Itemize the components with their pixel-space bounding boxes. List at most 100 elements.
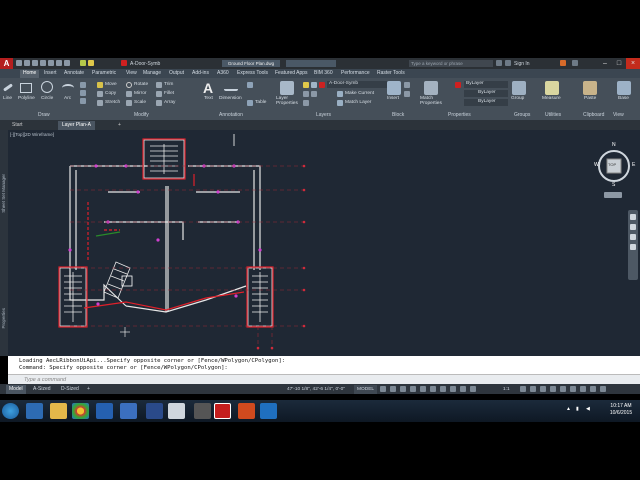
file-tab-start[interactable]: Start <box>8 121 27 130</box>
sign-in-link[interactable]: Sign In <box>514 61 530 67</box>
edit-block-icon[interactable] <box>404 91 410 97</box>
array-button[interactable]: Array <box>164 100 175 105</box>
minimize-button[interactable]: – <box>598 58 612 69</box>
tab-bim-360[interactable]: BIM 360 <box>314 70 333 76</box>
plot-icon[interactable] <box>48 60 54 66</box>
save-as-icon[interactable] <box>40 60 46 66</box>
transparency-toggle-icon[interactable] <box>450 386 456 392</box>
fillet-button[interactable]: Fillet <box>164 91 174 96</box>
panel-modify-label[interactable]: Modify <box>134 112 149 118</box>
model-space-toggle[interactable]: MODEL <box>354 385 378 394</box>
coordinates-readout[interactable]: 47'-10 1/8", 42'-6 1/4", 0'-0" <box>284 385 348 394</box>
match-layer-button[interactable]: Match Layer <box>345 100 371 105</box>
tab-parametric[interactable]: Parametric <box>92 70 116 76</box>
hardware-acceleration-icon[interactable] <box>580 386 586 392</box>
clean-screen-icon[interactable] <box>590 386 596 392</box>
tab-manage[interactable]: Manage <box>143 70 161 76</box>
text-button[interactable]: Text <box>204 96 213 101</box>
powerpoint-icon[interactable] <box>238 403 255 419</box>
internet-explorer-icon[interactable] <box>26 403 43 419</box>
move-button[interactable]: Move <box>105 82 117 87</box>
network-icon[interactable]: ▮ <box>576 406 579 412</box>
line-icon[interactable] <box>3 83 13 92</box>
panel-draw-label[interactable]: Draw <box>38 112 50 118</box>
search-icon[interactable] <box>496 60 502 66</box>
snowflake-app-icon[interactable] <box>260 403 277 419</box>
paste-icon[interactable] <box>583 81 597 95</box>
help-icon[interactable] <box>572 60 578 66</box>
trim-button[interactable]: Trim <box>164 82 173 87</box>
workspace-gear-icon[interactable] <box>520 386 526 392</box>
group-button[interactable]: Group <box>511 96 524 101</box>
tab-featured-apps[interactable]: Featured Apps <box>275 70 308 76</box>
add-layout-button[interactable]: + <box>84 385 93 394</box>
ellipse-icon[interactable] <box>80 98 86 104</box>
application-menu-button[interactable]: A <box>0 58 13 69</box>
lock-ui-icon[interactable] <box>560 386 566 392</box>
circle-button[interactable]: Circle <box>41 96 53 101</box>
word-icon[interactable] <box>120 403 137 419</box>
measure-button[interactable]: Measure <box>542 96 561 101</box>
copy-button[interactable]: Copy <box>105 91 116 96</box>
group-icon[interactable] <box>512 81 526 95</box>
hatch-icon[interactable] <box>80 90 86 96</box>
annotation-monitor-icon[interactable] <box>530 386 536 392</box>
exchange-icon[interactable] <box>560 60 566 66</box>
layer-dropdown[interactable]: A-Door-Symb <box>327 81 387 88</box>
circle-icon[interactable] <box>41 81 53 93</box>
panel-view-label[interactable]: View <box>613 112 624 118</box>
search-input[interactable]: Type a keyword or phrase <box>409 60 493 67</box>
snap-toggle-icon[interactable] <box>390 386 396 392</box>
tab-output[interactable]: Output <box>169 70 184 76</box>
tab-home[interactable]: Home <box>20 70 40 78</box>
close-button[interactable]: × <box>626 58 640 69</box>
stretch-button[interactable]: Stretch <box>105 100 120 105</box>
drawing-canvas[interactable]: [-][Top][2D Wireframe] TOP N S W E <box>8 130 640 356</box>
pan-icon[interactable] <box>630 224 636 230</box>
polar-toggle-icon[interactable] <box>410 386 416 392</box>
system-clock[interactable]: 10:17 AM 10/6/2015 <box>604 403 638 417</box>
table-button[interactable]: Table <box>255 100 266 105</box>
outlook-icon[interactable] <box>96 403 113 419</box>
layout-tab-model[interactable]: Model <box>6 385 26 394</box>
rectangle-icon[interactable] <box>80 82 86 88</box>
quick-layer-name[interactable]: A-Door-Symb <box>130 61 160 67</box>
layout-tab-d-sized[interactable]: D-Sized <box>58 385 82 394</box>
insert-icon[interactable] <box>387 81 401 95</box>
text-icon[interactable]: A <box>203 81 217 95</box>
tab-a360[interactable]: A360 <box>217 70 229 76</box>
panel-layers-label[interactable]: Layers <box>316 112 331 118</box>
orbit-icon[interactable] <box>630 244 636 250</box>
match-properties-button[interactable]: Match Properties <box>420 96 444 106</box>
tab-view[interactable]: View <box>126 70 137 76</box>
tab-insert[interactable]: Insert <box>44 70 57 76</box>
paste-button[interactable]: Paste <box>584 96 596 101</box>
viewcube-top-label[interactable]: TOP <box>608 162 616 167</box>
properties-palette-tab[interactable]: Properties <box>1 308 6 329</box>
sheet-set-manager-tab[interactable]: Sheet Set Manager <box>1 174 6 213</box>
tab-express-tools[interactable]: Express Tools <box>237 70 268 76</box>
linetype-dropdown[interactable]: ByLayer <box>464 99 508 106</box>
layout-tab-a-sized[interactable]: A-Sized <box>30 385 54 394</box>
panel-annotation-label[interactable]: Annotation <box>219 112 243 118</box>
steering-wheel-icon[interactable] <box>630 214 636 220</box>
create-block-icon[interactable] <box>404 82 410 88</box>
arc-button[interactable]: Arc <box>64 96 71 101</box>
panel-groups-label[interactable]: Groups <box>514 112 530 118</box>
layer-properties-button[interactable]: Layer Properties <box>276 96 298 106</box>
quick-properties-icon[interactable] <box>550 386 556 392</box>
maximize-button[interactable]: □ <box>612 58 626 69</box>
scale-button[interactable]: Scale <box>134 100 146 105</box>
match-properties-icon[interactable] <box>424 81 438 95</box>
lineweight-toggle-icon[interactable] <box>440 386 446 392</box>
autocad-icon[interactable] <box>214 403 231 419</box>
new-icon[interactable] <box>16 60 22 66</box>
undo-icon[interactable] <box>56 60 62 66</box>
wcs-menu-button[interactable] <box>604 192 622 198</box>
osnap-toggle-icon[interactable] <box>420 386 426 392</box>
isolate-objects-icon[interactable] <box>570 386 576 392</box>
leader-icon[interactable] <box>247 82 253 88</box>
measure-icon[interactable] <box>545 81 559 95</box>
volume-icon[interactable]: ◀ <box>586 406 590 412</box>
otrack-toggle-icon[interactable] <box>430 386 436 392</box>
